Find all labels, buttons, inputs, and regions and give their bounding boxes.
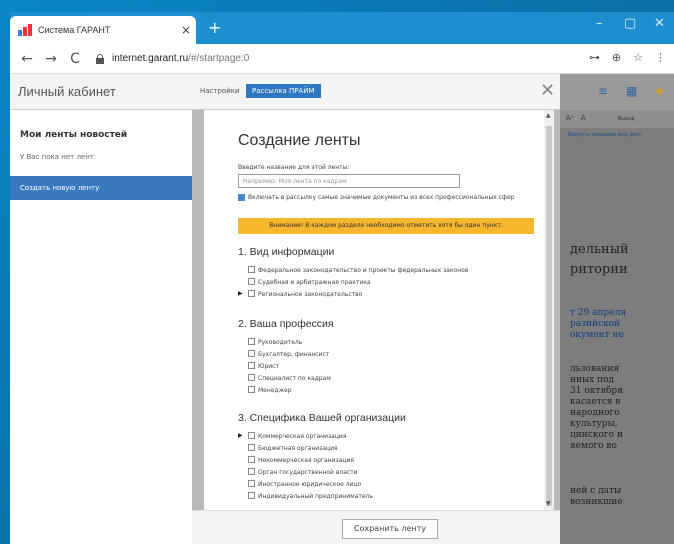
doc-line-3: т 29 апреля: [570, 308, 626, 318]
lock-icon: [96, 53, 104, 64]
star-icon: ★: [654, 84, 665, 98]
doc-line-1: дельный: [570, 242, 629, 257]
section-2-item[interactable]: Менеджер: [248, 386, 292, 394]
form-title: Создание ленты: [238, 132, 361, 149]
section-1-title: 1. Вид информации: [238, 246, 335, 258]
tab-bar: Система ГАРАНТ × + – ▢ ✕: [10, 12, 674, 44]
new-tab-button[interactable]: +: [208, 18, 221, 37]
reload-button[interactable]: C: [68, 51, 82, 67]
screenshot-frame: Система ГАРАНТ × + – ▢ ✕ ← → C internet.…: [0, 0, 674, 544]
bookmark-star-icon[interactable]: ☆: [633, 51, 643, 64]
tab-close-icon[interactable]: ×: [176, 23, 196, 37]
address-icons: ⊶ ⊕ ☆ ⋮: [589, 51, 666, 64]
doc-line-10: народного: [570, 408, 620, 418]
doc-line-11: культуры,: [570, 419, 618, 429]
background-link: Вернуть правовой вид лент: [568, 132, 642, 138]
tab-settings[interactable]: Настройки: [200, 87, 240, 95]
maximize-button[interactable]: ▢: [624, 16, 636, 31]
expand-arrow-icon[interactable]: ▶: [238, 432, 243, 439]
sidebar-note: У Вас пока нет лент: [20, 153, 94, 161]
scroll-down-icon[interactable]: ▼: [546, 500, 551, 507]
section-3-item[interactable]: Иностранное юридическое лицо: [248, 480, 361, 488]
modal-sidebar: Мои ленты новостей У Вас пока нет лент С…: [10, 110, 192, 544]
background-toolbar: ≡ ▦ ★: [560, 74, 674, 110]
minimize-button[interactable]: –: [596, 16, 603, 31]
include-significant-checkbox[interactable]: Включать в рассылку самые значимые докум…: [238, 194, 518, 201]
menu-kebab-icon[interactable]: ⋮: [655, 51, 666, 64]
font-decrease: A: [580, 114, 586, 122]
name-label: Введите название для этой ленты:: [238, 164, 350, 171]
checkbox-checked[interactable]: [238, 194, 245, 201]
browser-tab[interactable]: Система ГАРАНТ ×: [10, 16, 196, 44]
url-path: /#/startpage:0: [188, 53, 250, 64]
doc-line-6: льзования: [570, 364, 620, 374]
section-2-item[interactable]: Специалист по кадрам: [248, 374, 331, 382]
doc-line-14: ней с даты: [570, 486, 622, 496]
feed-name-input[interactable]: Например: Моя лента по кадрам: [238, 174, 460, 188]
section-2-item[interactable]: Юрист: [248, 362, 279, 370]
key-icon[interactable]: ⊶: [589, 51, 600, 64]
close-window-button[interactable]: ✕: [654, 16, 665, 31]
url-host: internet.garant.ru: [112, 53, 189, 64]
browser-window: Система ГАРАНТ × + – ▢ ✕ ← → C internet.…: [10, 12, 674, 544]
doc-line-15: возникшие: [570, 497, 623, 507]
section-3-item[interactable]: Некоммерческая организация: [248, 456, 354, 464]
section-2-item[interactable]: Руководитель: [248, 338, 302, 346]
background-document: ≡ ▦ ★ A⁺ A Выход Вернуть правовой вид ле…: [560, 74, 674, 544]
doc-line-4: разийской: [570, 319, 621, 329]
doc-line-12: цинского и: [570, 430, 623, 440]
modal-close-icon[interactable]: ✕: [540, 80, 555, 101]
sidebar-heading: Мои ленты новостей: [20, 130, 128, 140]
url-field[interactable]: internet.garant.ru/#/startpage:0: [112, 53, 249, 64]
section-3-item[interactable]: Орган государственной власти: [248, 468, 358, 476]
expand-arrow-icon[interactable]: ▶: [238, 290, 243, 297]
tab-title: Система ГАРАНТ: [38, 25, 111, 35]
doc-line-2: ритории: [570, 262, 628, 277]
doc-line-7: нных под: [570, 375, 615, 385]
doc-line-5: окумент не: [570, 330, 624, 340]
section-3-item[interactable]: Коммерческая организация: [248, 432, 346, 440]
list-icon: ≡: [598, 84, 609, 98]
section-3-title: 3. Специфика Вашей организации: [238, 412, 406, 424]
section-3-item[interactable]: Бюджетная организация: [248, 444, 338, 452]
garant-favicon-icon: [18, 24, 32, 36]
modal-title: Личный кабинет: [18, 84, 116, 99]
section-1-item[interactable]: Судебная и арбитражная практика: [248, 278, 371, 286]
page-area: ≡ ▦ ★ A⁺ A Выход Вернуть правовой вид ле…: [10, 74, 674, 544]
background-doc-toolbar: A⁺ A Выход: [560, 110, 674, 128]
section-2-title: 2. Ваша профессия: [238, 318, 334, 330]
font-increase: A⁺: [566, 114, 575, 122]
section-1-item[interactable]: Региональное законодательство: [248, 290, 362, 298]
include-significant-label: Включать в рассылку самые значимые докум…: [248, 194, 515, 201]
forward-button[interactable]: →: [44, 51, 58, 67]
section-3-item[interactable]: Индивидуальный предприниматель: [248, 492, 373, 500]
tab-prime-mailing[interactable]: Рассылка ПРАЙМ: [246, 84, 321, 98]
modal-footer: Сохранить ленту: [192, 510, 560, 544]
section-2-item[interactable]: Бухгалтер, финансист: [248, 350, 329, 358]
panel-scrollbar[interactable]: ▲ ▼: [544, 110, 554, 510]
back-button[interactable]: ←: [20, 51, 34, 67]
scroll-up-icon[interactable]: ▲: [546, 112, 551, 119]
create-feed-button[interactable]: Создать новую ленту: [10, 176, 192, 200]
doc-line-9: касается в: [570, 397, 621, 407]
docs-icon: ▦: [626, 84, 638, 98]
doc-line-8: 31 октября: [570, 386, 623, 396]
exit-label: Выход: [617, 116, 635, 122]
warning-banner: Внимание! В каждом разделе необходимо от…: [238, 218, 534, 234]
save-feed-button[interactable]: Сохранить ленту: [342, 519, 438, 539]
zoom-icon[interactable]: ⊕: [612, 51, 621, 64]
address-bar: ← → C internet.garant.ru/#/startpage:0 ⊶…: [10, 44, 674, 74]
scroll-thumb[interactable]: [546, 126, 552, 506]
modal-header: Личный кабинет Настройки Рассылка ПРАЙМ …: [10, 74, 560, 110]
doc-line-13: яемого во: [570, 441, 617, 451]
create-feed-panel: Создание ленты Введите название для этой…: [204, 110, 544, 510]
section-1-item[interactable]: Федеральное законодательство и проекты ф…: [248, 266, 468, 274]
